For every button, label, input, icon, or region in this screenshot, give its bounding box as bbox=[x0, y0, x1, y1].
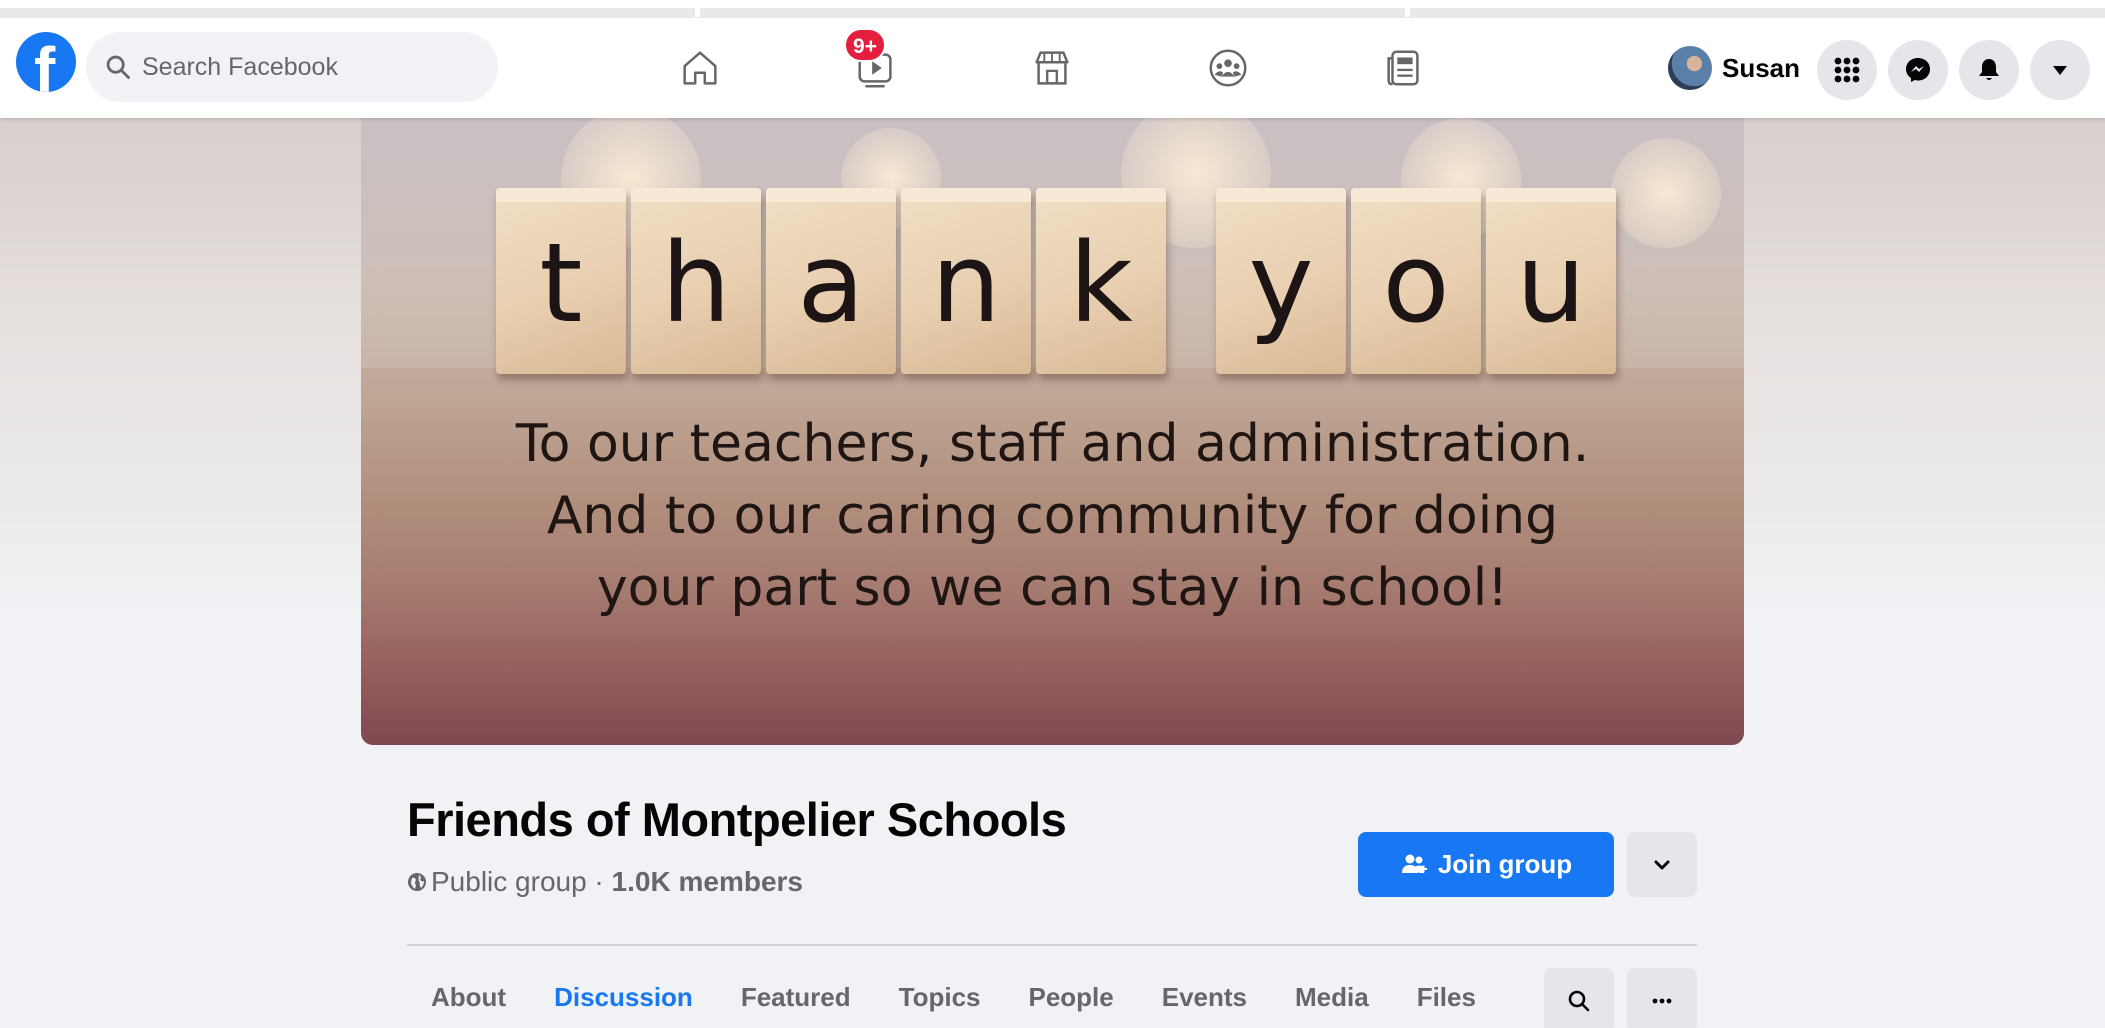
group-privacy: Public group bbox=[431, 866, 587, 897]
cover-message: To our teachers, staff and administratio… bbox=[361, 408, 1744, 624]
browser-tab-strip bbox=[0, 8, 695, 18]
letter-tile: n bbox=[901, 188, 1031, 374]
header-divider bbox=[407, 944, 1697, 946]
nav-groups[interactable] bbox=[1198, 38, 1258, 98]
tab-people[interactable]: People bbox=[1004, 968, 1137, 1028]
tab-featured[interactable]: Featured bbox=[717, 968, 875, 1028]
facebook-logo[interactable]: f bbox=[16, 32, 76, 92]
browser-tab-strip bbox=[1410, 8, 2105, 18]
cover-message-line: To our teachers, staff and administratio… bbox=[515, 414, 1590, 474]
account-button[interactable] bbox=[2030, 40, 2090, 100]
group-name[interactable]: Friends of Montpelier Schools bbox=[407, 792, 1067, 847]
join-group-label: Join group bbox=[1437, 849, 1573, 879]
ellipsis-icon bbox=[1652, 998, 1672, 1003]
cover-message-line: And to our caring community for doing bbox=[546, 486, 1559, 546]
cover-photo: t h a n k y o u To our teachers, staff a… bbox=[361, 118, 1744, 745]
top-navigation-bar: f 9+ bbox=[0, 18, 2105, 118]
cover-message-line: your part so we can stay in school! bbox=[596, 558, 1509, 618]
search-input[interactable] bbox=[142, 44, 482, 90]
nav-marketplace[interactable] bbox=[1022, 38, 1082, 98]
letter-tile: h bbox=[631, 188, 761, 374]
browser-tab-strip bbox=[700, 8, 1405, 18]
letter-tile: u bbox=[1486, 188, 1616, 374]
member-count[interactable]: 1.0K members bbox=[612, 866, 803, 898]
groups-icon bbox=[1209, 49, 1247, 87]
tab-about[interactable]: About bbox=[407, 968, 530, 1028]
search-icon bbox=[1568, 990, 1590, 1011]
browser-top-strip bbox=[0, 0, 2105, 18]
more-options-button[interactable] bbox=[1627, 968, 1697, 1028]
menu-button[interactable] bbox=[1817, 40, 1877, 100]
watch-notification-badge: 9+ bbox=[844, 28, 886, 62]
bell-icon bbox=[1979, 59, 1999, 80]
group-tabs: About Discussion Featured Topics People … bbox=[407, 968, 1500, 1028]
group-search-button[interactable] bbox=[1544, 968, 1614, 1028]
profile-name: Susan bbox=[1722, 52, 1801, 83]
messenger-button[interactable] bbox=[1888, 40, 1948, 100]
grid-menu-icon bbox=[1834, 57, 1860, 83]
meta-separator: · bbox=[586, 866, 612, 897]
group-options-dropdown[interactable] bbox=[1627, 832, 1697, 897]
tab-files[interactable]: Files bbox=[1393, 968, 1500, 1028]
letter-tile: o bbox=[1351, 188, 1481, 374]
join-group-icon bbox=[1401, 854, 1427, 873]
tab-media[interactable]: Media bbox=[1271, 968, 1393, 1028]
search-bar[interactable] bbox=[86, 32, 498, 102]
group-info: Public group · 1.0K members bbox=[407, 866, 803, 898]
tab-events[interactable]: Events bbox=[1138, 968, 1271, 1028]
tab-discussion[interactable]: Discussion bbox=[530, 968, 717, 1028]
letter-tile: a bbox=[766, 188, 896, 374]
notifications-button[interactable] bbox=[1959, 40, 2019, 100]
join-group-button[interactable]: Join group bbox=[1358, 832, 1614, 897]
nav-home[interactable] bbox=[670, 38, 730, 98]
chevron-down-icon bbox=[1654, 860, 1670, 869]
letter-tile: y bbox=[1216, 188, 1346, 374]
nav-news[interactable] bbox=[1374, 38, 1434, 98]
caret-down-icon bbox=[2053, 66, 2067, 75]
tab-topics[interactable]: Topics bbox=[875, 968, 1005, 1028]
globe-icon bbox=[408, 873, 426, 891]
letter-tile: t bbox=[496, 188, 626, 374]
messenger-icon bbox=[1906, 58, 1930, 82]
search-icon bbox=[106, 55, 130, 79]
home-icon bbox=[683, 51, 717, 85]
profile-shortcut[interactable]: Susan bbox=[1668, 38, 1800, 98]
news-icon bbox=[1387, 50, 1419, 86]
marketplace-icon bbox=[1035, 51, 1069, 85]
avatar bbox=[1668, 46, 1712, 90]
letter-tile: k bbox=[1036, 188, 1166, 374]
